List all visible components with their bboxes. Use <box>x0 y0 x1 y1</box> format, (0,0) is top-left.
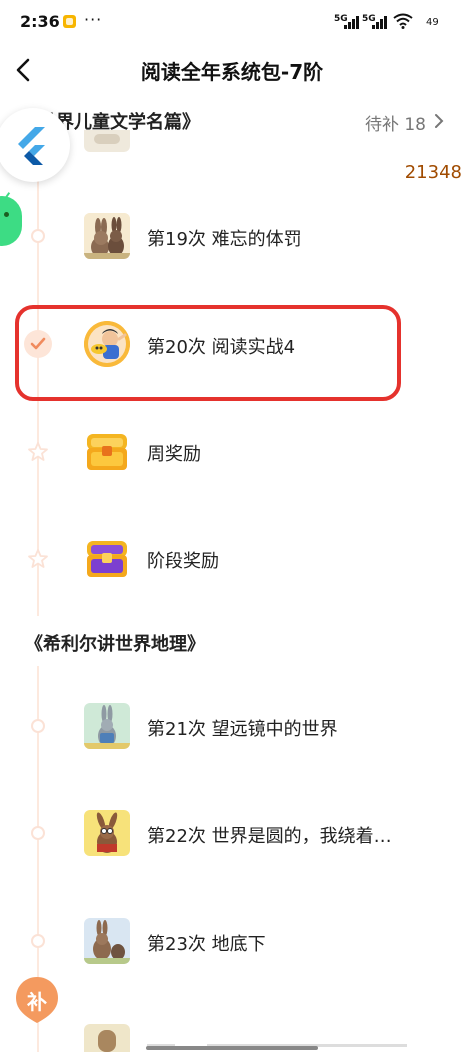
section-header-2: 《希利尔讲世界地理》 <box>0 616 464 666</box>
timeline-node <box>31 826 45 840</box>
more-notifications-icon: ··· <box>84 10 103 29</box>
gold-treasure-chest <box>84 428 130 474</box>
star-icon <box>28 549 48 568</box>
timeline-node <box>31 229 45 243</box>
makeup-button-label: 补 <box>27 990 47 1014</box>
rabbit-telescope-thumbnail <box>84 703 130 749</box>
lesson-title: 第19次 难忘的体罚 <box>147 229 302 250</box>
signal-icon <box>344 15 364 29</box>
stage-reward-item[interactable]: 阶段奖励 <box>84 535 444 585</box>
pending-count: 待补 18 <box>364 115 426 135</box>
flutter-debug-badge[interactable] <box>0 108 70 182</box>
teacher-avatar-thumbnail <box>84 321 130 367</box>
weekly-reward-item[interactable]: 周奖励 <box>84 428 444 478</box>
page: 2:36 ··· 5G 5G 49 阅读全年系统包-7阶 世界儿童文学名篇》 待… <box>0 0 464 1052</box>
next-item-thumbnail <box>84 1024 130 1052</box>
header: 阅读全年系统包-7阶 <box>0 44 464 96</box>
lesson-title: 第21次 望远镜中的世界 <box>147 719 338 740</box>
makeup-button[interactable]: 补 <box>14 975 60 1025</box>
rabbit-family-thumbnail <box>84 213 130 259</box>
rabbit-globe-thumbnail <box>84 810 130 856</box>
battery-level: 49 <box>426 17 439 28</box>
previous-item-thumbnail <box>84 130 130 152</box>
section-title-2: 《希利尔讲世界地理》 <box>25 634 205 655</box>
reward-title: 周奖励 <box>147 444 201 465</box>
completed-check-icon <box>24 330 52 358</box>
timeline-line <box>37 130 39 1052</box>
timeline-node <box>31 934 45 948</box>
home-indicator[interactable] <box>146 1046 318 1050</box>
timeline-node <box>31 719 45 733</box>
purple-treasure-chest <box>84 535 130 581</box>
lesson-item-23[interactable]: 第23次 地底下 <box>84 918 444 968</box>
page-title: 阅读全年系统包-7阶 <box>140 60 324 84</box>
rabbit-underground-thumbnail <box>84 918 130 964</box>
notification-app-icon <box>63 15 76 28</box>
status-bar: 2:36 ··· 5G 5G 49 <box>0 0 464 44</box>
lesson-item-21[interactable]: 第21次 望远镜中的世界 <box>84 703 444 753</box>
lesson-item-22[interactable]: 第22次 世界是圆的，我绕着… <box>84 810 444 860</box>
chevron-right-icon <box>435 114 444 128</box>
lesson-item-20[interactable]: 第20次 阅读实战4 <box>84 321 444 371</box>
reward-title: 阶段奖励 <box>147 551 219 572</box>
signal-icon-2 <box>372 15 392 29</box>
overlay-counter: 21348 <box>404 162 462 183</box>
star-icon <box>28 442 48 461</box>
status-time: 2:36 <box>20 12 60 31</box>
lesson-title: 第20次 阅读实战4 <box>147 337 296 358</box>
flutter-logo-icon <box>18 127 45 165</box>
android-debug-badge[interactable] <box>0 192 22 246</box>
wifi-icon <box>393 13 413 29</box>
lesson-item-19[interactable]: 第19次 难忘的体罚 <box>84 213 444 263</box>
lesson-title: 第23次 地底下 <box>147 934 266 955</box>
lesson-title: 第22次 世界是圆的，我绕着… <box>147 826 392 847</box>
